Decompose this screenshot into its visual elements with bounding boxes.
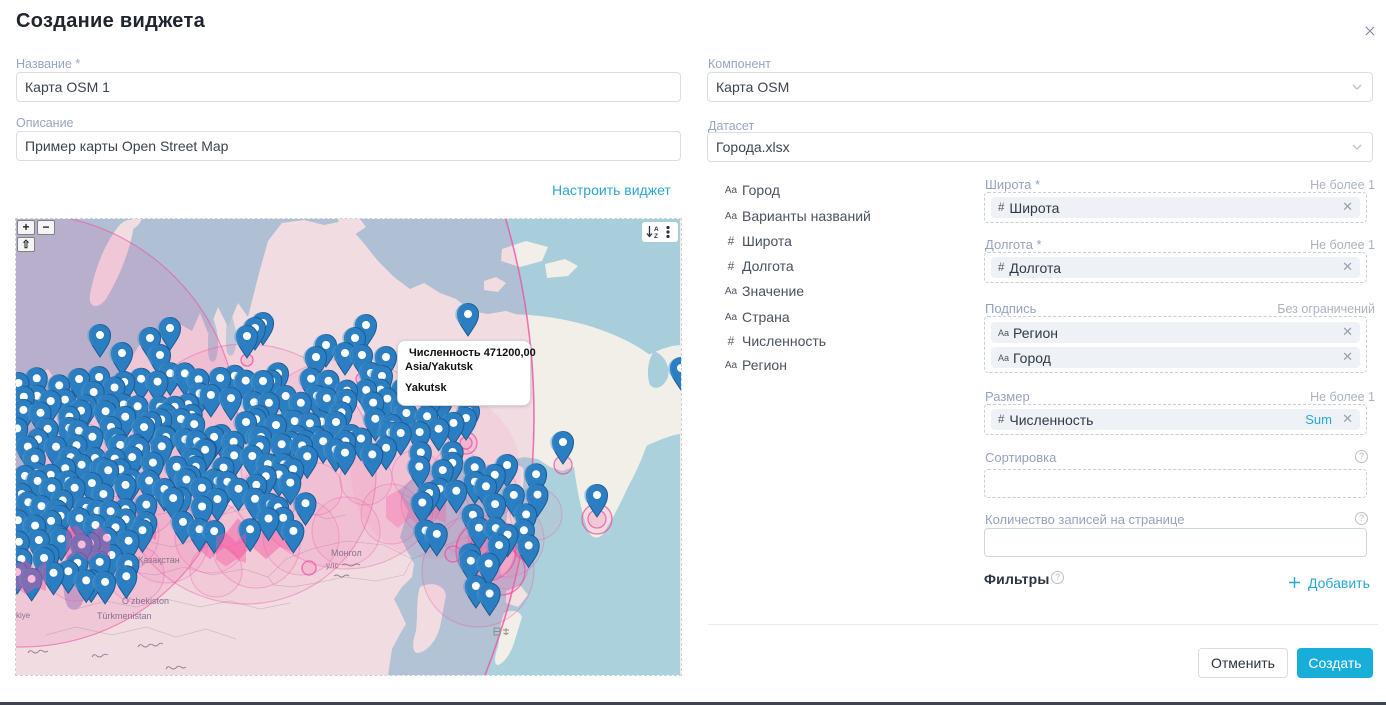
svg-text:улс: улс xyxy=(326,561,339,570)
svg-text:A: A xyxy=(654,226,659,233)
svg-text:O‘zbekiston: O‘zbekiston xyxy=(122,596,169,606)
svg-text:Монгол: Монгол xyxy=(331,548,362,558)
svg-text:Türkmenistan: Türkmenistan xyxy=(97,611,152,621)
svg-text:Z: Z xyxy=(654,233,658,239)
svg-text:kiye: kiye xyxy=(16,611,31,620)
svg-text:Қазақстан: Қазақстан xyxy=(138,555,180,565)
